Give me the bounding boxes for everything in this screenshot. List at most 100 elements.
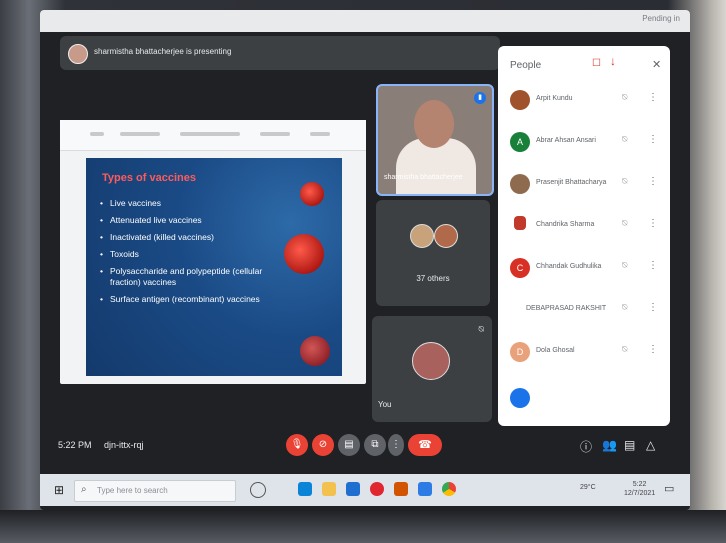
toolbar-item[interactable] — [180, 132, 240, 136]
participant-row[interactable]: Prasenjit Bhattacharya ⍉ ⋮ — [498, 166, 670, 204]
toolbar-item[interactable] — [90, 132, 104, 136]
avatar — [514, 216, 526, 230]
avatar — [510, 174, 530, 194]
participant-row[interactable]: Chandrika Sharma ⍉ ⋮ — [498, 208, 670, 246]
people-icon[interactable]: 👥 — [602, 438, 617, 452]
camera-off-button[interactable]: ⊘ — [312, 434, 334, 456]
chrome-icon[interactable] — [442, 482, 456, 496]
avatar — [68, 44, 88, 64]
participant-name: Arpit Kundu — [536, 95, 573, 102]
opera-icon[interactable] — [370, 482, 384, 496]
info-icon[interactable]: ⓘ — [580, 438, 592, 455]
more-options-icon[interactable]: ⋮ — [648, 344, 658, 355]
toolbar-item[interactable] — [260, 132, 290, 136]
close-icon[interactable]: ✕ — [652, 58, 661, 71]
presenter-video-tile[interactable]: ▮ sharmistha bhattacherjee — [376, 84, 494, 196]
participant-name: Chandrika Sharma — [536, 221, 595, 228]
avatar — [412, 342, 450, 380]
notification-icon[interactable]: ▭ — [664, 482, 674, 495]
download-icon[interactable]: ↓ — [610, 54, 616, 68]
self-video-tile[interactable]: ⍉ You — [372, 316, 492, 422]
avatar — [510, 90, 530, 110]
participant-name: Abrar Ahsan Ansari — [536, 137, 596, 144]
end-call-button[interactable]: ☎ — [408, 434, 442, 456]
more-options-icon[interactable]: ⋮ — [648, 92, 658, 103]
more-options-icon[interactable]: ⋮ — [648, 218, 658, 229]
cortana-icon[interactable] — [250, 482, 266, 498]
others-count: 37 others — [416, 274, 450, 283]
chat-icon[interactable]: ▤ — [624, 438, 635, 452]
taskbar-search[interactable]: ⌕ Type here to search — [74, 480, 236, 502]
taskbar-clock[interactable]: 5:22 12/7/2021 — [624, 480, 655, 498]
more-options-icon[interactable]: ⋮ — [648, 260, 658, 271]
weather-tray[interactable]: 29°C — [580, 484, 596, 491]
bullet-item: Live vaccines — [100, 198, 280, 209]
mic-off-icon: ⍉ — [622, 302, 628, 312]
mic-off-icon: ⍉ — [622, 218, 628, 228]
app-icon[interactable] — [418, 482, 432, 496]
participant-name: DEBAPRASAD RAKSHIT — [526, 305, 607, 312]
windows-taskbar: ⊞ ⌕ Type here to search 29°C 5:22 12/7/2… — [40, 474, 690, 506]
participant-row[interactable]: Arpit Kundu ⍉ ⋮ — [498, 82, 670, 120]
toolbar-item[interactable] — [120, 132, 160, 136]
mail-icon[interactable] — [346, 482, 360, 496]
mic-off-icon: ⍉ — [622, 134, 628, 144]
avatar: A — [510, 132, 530, 152]
search-placeholder: Type here to search — [97, 486, 168, 495]
slides-toolbar — [60, 120, 366, 151]
meeting-code: djn-ittx-rqj — [104, 440, 144, 450]
slide: Types of vaccines Live vaccines Attenuat… — [86, 158, 342, 376]
more-options-icon[interactable]: ⋮ — [648, 134, 658, 145]
more-options-icon[interactable]: ⋮ — [648, 176, 658, 187]
desk-surface — [0, 510, 726, 543]
windows-start-icon[interactable]: ⊞ — [54, 483, 64, 497]
presenting-text: sharmistha bhattacherjee is presenting — [94, 47, 232, 56]
others-tile[interactable]: 37 others — [376, 200, 490, 306]
participant-row[interactable]: C Chhandak Gudhulika ⍉ ⋮ — [498, 250, 670, 288]
tab-label[interactable]: Pending in — [642, 14, 680, 23]
avatar: D — [510, 342, 530, 362]
more-options-icon[interactable]: ⋮ — [648, 302, 658, 313]
avatar — [510, 388, 530, 408]
slide-title: Types of vaccines — [102, 172, 196, 184]
bullet-item: Polysaccharide and polypeptide (cellular… — [100, 266, 280, 288]
browser-strip: Pending in — [40, 10, 690, 32]
people-panel: People ☐ ↓ ✕ Arpit Kundu ⍉ ⋮ A Abrar Ahs… — [498, 46, 670, 426]
self-label: You — [378, 400, 392, 409]
mic-off-icon: ⍉ — [622, 344, 628, 354]
presenter-face — [414, 100, 454, 148]
clock-time: 5:22 — [632, 481, 647, 488]
avatar: C — [510, 258, 530, 278]
bullet-item: Surface antigen (recombinant) vaccines — [100, 294, 280, 305]
participant-row[interactable]: DEBAPRASAD RAKSHIT ⍉ ⋮ — [498, 292, 670, 330]
edge-icon[interactable] — [298, 482, 312, 496]
participant-name: Prasenjit Bhattacharya — [536, 179, 607, 186]
clock-date: 12/7/2021 — [624, 490, 656, 497]
presenting-banner: sharmistha bhattacherjee is presenting — [60, 36, 500, 70]
participant-row[interactable] — [498, 376, 670, 414]
present-button[interactable]: ⧉ — [364, 434, 386, 456]
mic-off-icon: ⍉ — [622, 92, 628, 102]
bullet-item: Attenuated live vaccines — [100, 215, 280, 226]
participant-row[interactable]: A Abrar Ahsan Ansari ⍉ ⋮ — [498, 124, 670, 162]
avatar — [434, 224, 458, 248]
more-options-button[interactable]: ⋮ — [388, 434, 404, 456]
mic-off-icon: ⍉ — [622, 176, 628, 186]
mic-off-button[interactable]: 🎙 — [286, 434, 308, 456]
speaking-icon: ▮ — [474, 92, 486, 104]
slide-bullets: Live vaccines Attenuated live vaccines I… — [100, 198, 280, 311]
participant-row[interactable]: D Dola Ghosal ⍉ ⋮ — [498, 334, 670, 372]
shared-screen: Types of vaccines Live vaccines Attenuat… — [60, 120, 366, 384]
activities-icon[interactable]: △ — [646, 438, 655, 452]
virus-image — [284, 234, 324, 274]
captions-button[interactable]: ▤ — [338, 434, 360, 456]
panel-title: People — [510, 60, 542, 71]
add-people-icon[interactable]: ☐ — [592, 58, 601, 69]
meeting-time: 5:22 PM — [58, 440, 92, 450]
toolbar-item[interactable] — [310, 132, 330, 136]
file-explorer-icon[interactable] — [322, 482, 336, 496]
bullet-item: Toxoids — [100, 249, 280, 260]
store-icon[interactable] — [394, 482, 408, 496]
mic-off-icon: ⍉ — [478, 324, 484, 334]
bullet-item: Inactivated (killed vaccines) — [100, 232, 280, 243]
